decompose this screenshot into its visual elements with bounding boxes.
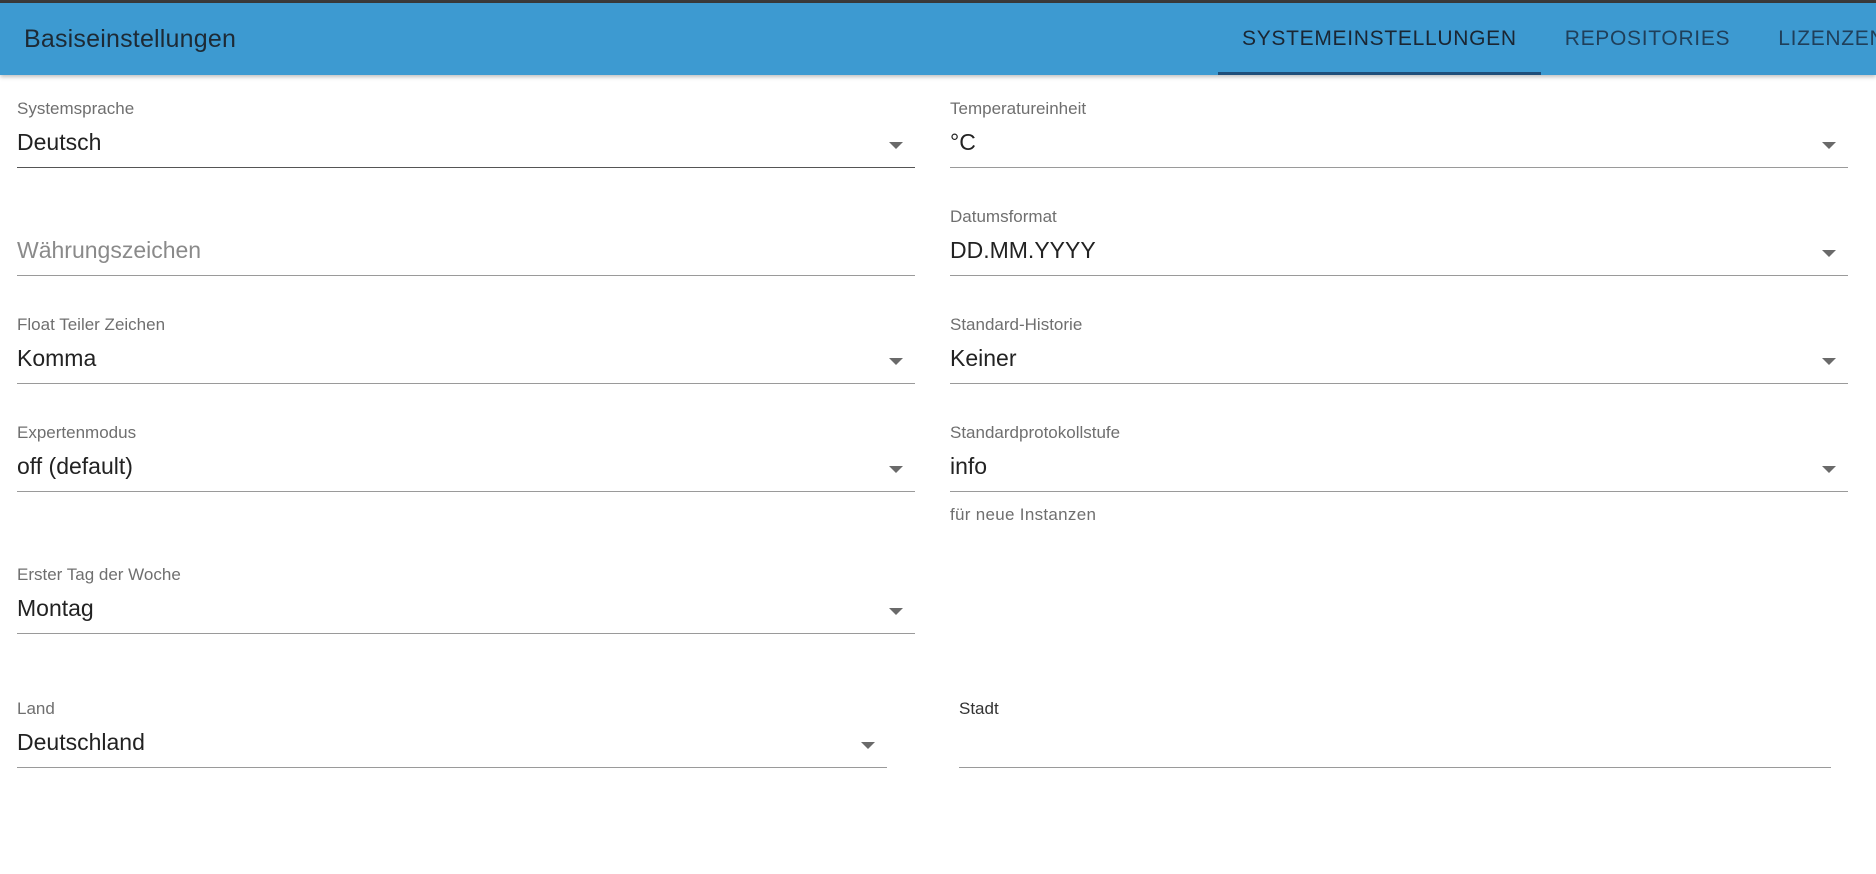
standard-historie-underline — [950, 383, 1848, 384]
float-teiler-value: Komma — [17, 345, 97, 371]
datumsformat-select[interactable]: Datumsformat DD.MM.YYYY — [950, 207, 1848, 279]
land-underline — [17, 767, 887, 768]
standardprotokollstufe-value: info — [950, 453, 988, 479]
tab-lizenzen[interactable]: LIZENZEN — [1754, 3, 1876, 75]
systemsprache-select[interactable]: Systemsprache Deutsch — [17, 99, 915, 171]
systemsprache-value: Deutsch — [17, 129, 102, 155]
stadt-input[interactable]: Stadt — [959, 699, 1831, 771]
datumsformat-underline — [950, 275, 1848, 276]
chevron-down-icon[interactable] — [889, 358, 903, 365]
app-bar: Basiseinstellungen SYSTEMEINSTELLUNGEN R… — [0, 3, 1876, 75]
standardprotokollstufe-select[interactable]: Standardprotokollstufe info für neue Ins… — [950, 423, 1848, 533]
chevron-down-icon[interactable] — [1822, 466, 1836, 473]
float-teiler-select[interactable]: Float Teiler Zeichen Komma — [17, 315, 915, 387]
land-select[interactable]: Land Deutschland — [17, 699, 887, 771]
chevron-down-icon[interactable] — [861, 742, 875, 749]
expertenmodus-underline — [17, 491, 915, 492]
tab-systemeinstellungen[interactable]: SYSTEMEINSTELLUNGEN — [1218, 3, 1541, 75]
standard-historie-label: Standard-Historie — [950, 315, 1083, 334]
datumsformat-label: Datumsformat — [950, 207, 1057, 226]
standardprotokollstufe-helper: für neue Instanzen — [950, 505, 1097, 524]
tab-bar: SYSTEMEINSTELLUNGEN REPOSITORIES LIZENZE… — [1218, 3, 1876, 75]
chevron-down-icon[interactable] — [1822, 250, 1836, 257]
float-teiler-underline — [17, 383, 915, 384]
float-teiler-label: Float Teiler Zeichen — [17, 315, 166, 334]
chevron-down-icon[interactable] — [889, 466, 903, 473]
expertenmodus-value: off (default) — [17, 453, 133, 479]
temperatureinheit-select[interactable]: Temperatureinheit °C — [950, 99, 1848, 171]
erster-tag-value: Montag — [17, 595, 94, 621]
standardprotokollstufe-underline — [950, 491, 1848, 492]
land-value: Deutschland — [17, 729, 145, 755]
standard-historie-value: Keiner — [950, 345, 1017, 371]
standardprotokollstufe-label: Standardprotokollstufe — [950, 423, 1121, 442]
expertenmodus-select[interactable]: Expertenmodus off (default) — [17, 423, 915, 495]
waehrungszeichen-underline — [17, 275, 915, 276]
temperatureinheit-value: °C — [950, 129, 976, 155]
stadt-underline — [959, 767, 1831, 768]
land-label: Land — [17, 699, 55, 718]
temperatureinheit-label: Temperatureinheit — [950, 99, 1087, 118]
stadt-label: Stadt — [959, 699, 999, 718]
systemsprache-underline — [17, 167, 915, 168]
chevron-down-icon[interactable] — [889, 142, 903, 149]
temperatureinheit-underline — [950, 167, 1848, 168]
standard-historie-select[interactable]: Standard-Historie Keiner — [950, 315, 1848, 387]
chevron-down-icon[interactable] — [889, 608, 903, 615]
chevron-down-icon[interactable] — [1822, 142, 1836, 149]
systemsprache-label: Systemsprache — [17, 99, 135, 118]
chevron-down-icon[interactable] — [1822, 358, 1836, 365]
erster-tag-underline — [17, 633, 915, 634]
erster-tag-label: Erster Tag der Woche — [17, 565, 181, 584]
tab-repositories[interactable]: REPOSITORIES — [1541, 3, 1755, 75]
waehrungszeichen-placeholder: Währungszeichen — [17, 237, 202, 263]
datumsformat-value: DD.MM.YYYY — [950, 237, 1096, 263]
waehrungszeichen-input[interactable]: Währungszeichen — [17, 207, 915, 279]
erster-tag-select[interactable]: Erster Tag der Woche Montag — [17, 565, 915, 637]
expertenmodus-label: Expertenmodus — [17, 423, 137, 442]
page-title: Basiseinstellungen — [24, 25, 237, 53]
